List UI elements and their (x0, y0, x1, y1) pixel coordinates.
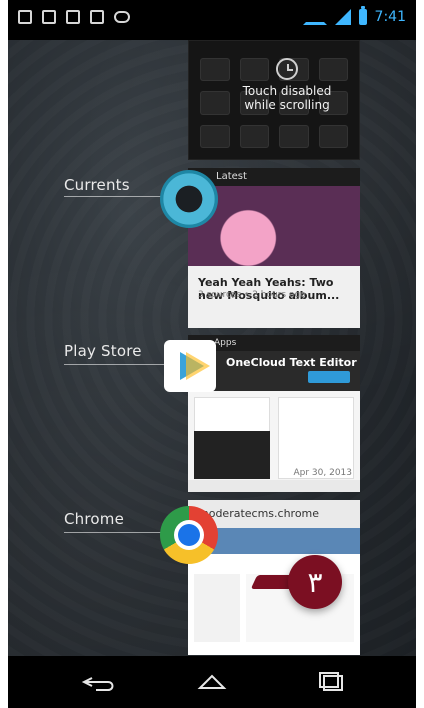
thumbnail-cell (279, 124, 309, 148)
thumbnail-cell (200, 58, 230, 82)
play-store-app-title: OneCloud Text Editor (226, 356, 357, 369)
chrome-url-text: moderatecms.chrome (198, 507, 320, 520)
status-time: 7:41 (374, 9, 406, 25)
keyboard-preview (194, 431, 270, 479)
home-icon (197, 674, 227, 689)
recent-apps-button[interactable] (310, 670, 354, 694)
chrome-page-sidebar (194, 574, 240, 642)
navigation-bar (8, 656, 416, 708)
thumbnail-cell (200, 124, 230, 148)
android-recent-apps-screen: 7:41 Touch disabled while scrolling Curr… (8, 0, 416, 708)
back-icon (81, 677, 114, 691)
play-store-footer (188, 480, 360, 492)
status-indicators: 7:41 (302, 6, 406, 25)
wifi-icon (302, 9, 327, 25)
thumbnail-cell (318, 58, 348, 82)
status-notifications (18, 10, 130, 24)
callout-badge: ٣ (288, 555, 342, 609)
notification-icon-3 (90, 10, 104, 24)
clock-icon (276, 58, 298, 80)
recent-app-label-play-store[interactable]: Play Store (64, 342, 142, 360)
hourglass-icon (18, 10, 32, 24)
recent-app-label-currents[interactable]: Currents (64, 176, 130, 194)
thumbnail-cell (318, 124, 348, 148)
android-robot-icon (114, 11, 130, 23)
home-button[interactable] (190, 670, 234, 694)
currents-meta: 3 sources • 2 hours ago (198, 290, 306, 300)
screenshot-panel-right (278, 397, 354, 479)
play-triangle-icon (180, 352, 204, 380)
recent-app-label-chrome[interactable]: Chrome (64, 510, 124, 528)
play-store-icon[interactable] (164, 340, 216, 392)
thumbnail-cell (239, 124, 269, 148)
recent-apps-icon (319, 672, 343, 691)
play-store-meta: Apr 30, 2013 (293, 468, 352, 478)
recent-app-thumbnail-top[interactable]: Touch disabled while scrolling (188, 40, 360, 160)
notification-icon-1 (42, 10, 56, 24)
currents-icon[interactable] (160, 170, 218, 228)
thumbnail-cell (200, 91, 230, 115)
touch-disabled-text: Touch disabled while scrolling (242, 84, 332, 112)
battery-icon (358, 6, 367, 25)
back-button[interactable] (78, 670, 122, 694)
thumbnail-cell (239, 58, 269, 82)
notification-icon-2 (66, 10, 80, 24)
chrome-icon[interactable] (160, 506, 218, 564)
status-bar: 7:41 (8, 0, 416, 40)
signal-icon (334, 9, 351, 25)
install-button[interactable] (308, 371, 350, 383)
